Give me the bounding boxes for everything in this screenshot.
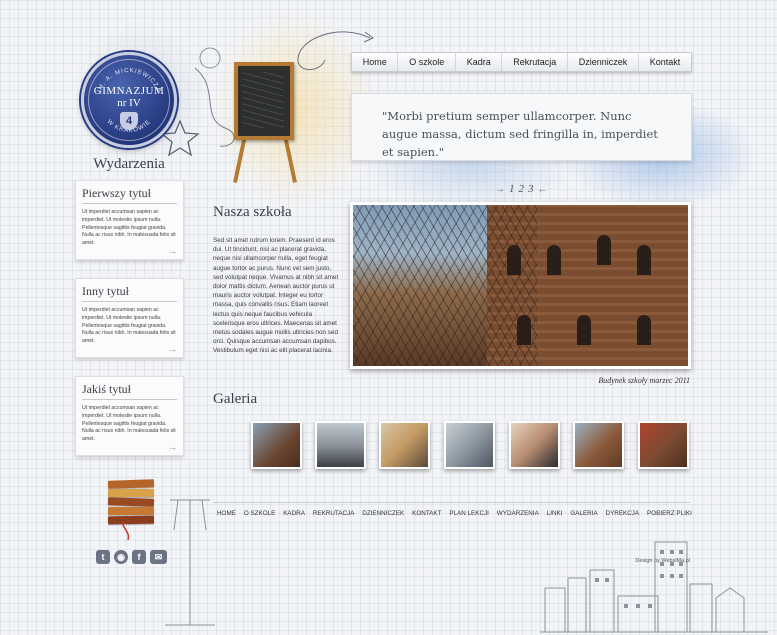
gallery-heading: Galeria	[213, 391, 258, 407]
event-card-title[interactable]: Jakiś tytuł	[82, 382, 131, 397]
footer-link-pobierz-pliki[interactable]: POBIERZ PLIKI	[647, 510, 692, 517]
pager-page-2[interactable]: 2	[519, 183, 525, 195]
arrow-right-icon[interactable]: →	[168, 344, 177, 354]
footer-link-dzienniczek[interactable]: DZIENNICZEK	[362, 510, 404, 517]
logo-number: 4	[120, 112, 138, 130]
facebook-icon[interactable]: f	[132, 550, 146, 564]
gallery-thumb[interactable]	[379, 421, 430, 469]
footer-link-rekrutacja[interactable]: REKRUTACJA	[313, 510, 355, 517]
event-card: Pierwszy tytuł Ut imperdiet accumsan sap…	[75, 180, 184, 260]
divider	[82, 399, 177, 400]
footer-link-kadra[interactable]: KADRA	[283, 510, 305, 517]
photo-caption: Budynek szkoły marzec 2011	[598, 376, 690, 385]
gallery-thumb[interactable]	[251, 421, 302, 469]
arrow-right-icon[interactable]: →	[168, 246, 177, 256]
arrow-left-icon[interactable]: ←	[538, 184, 548, 195]
footer-divider	[213, 502, 690, 503]
chalkboard-writing	[242, 72, 284, 128]
event-card-title[interactable]: Inny tytuł	[82, 284, 129, 299]
rss-icon[interactable]: ◉	[114, 550, 128, 564]
event-card-text: Ut imperdiet accumsan sapien ac imperdie…	[82, 209, 176, 247]
footer-link-galeria[interactable]: GALERIA	[570, 510, 597, 517]
nav-dzienniczek[interactable]: Dzienniczek	[568, 53, 639, 71]
divider	[82, 301, 177, 302]
book-illustration	[107, 479, 155, 489]
nav-home[interactable]: Home	[352, 53, 399, 71]
logo-line-2: nr IV	[117, 97, 141, 109]
quote-box: "Morbi pretium semper ullamcorper. Nunc …	[351, 93, 692, 161]
arrow-right-icon[interactable]: →	[168, 442, 177, 452]
lamp-sketch	[165, 499, 215, 626]
footer-link-plan-lekcji[interactable]: PLAN LEKCJI	[449, 510, 489, 517]
pager-page-3[interactable]: 3	[528, 183, 534, 195]
gallery-thumb[interactable]	[315, 421, 366, 469]
footer-link-dyrekcja[interactable]: DYREKCJA	[606, 510, 640, 517]
footer-nav: HOME O SZKOLE KADRA REKRUTACJA DZIENNICZ…	[217, 510, 692, 517]
event-card: Jakiś tytuł Ut imperdiet accumsan sapien…	[75, 376, 184, 456]
arrow-right-icon[interactable]: →	[495, 184, 505, 195]
photo-trees	[353, 205, 538, 366]
section-text: Sed sit amet rutrum lorem. Praesent id e…	[213, 237, 339, 355]
slider-pager: → 1 2 3 ←	[495, 183, 548, 195]
book-illustration	[108, 489, 154, 497]
event-card-title[interactable]: Pierwszy tytuł	[82, 186, 151, 201]
book-illustration	[108, 507, 154, 515]
footer-link-home[interactable]: HOME	[217, 510, 236, 517]
gallery-thumb[interactable]	[573, 421, 624, 469]
event-card-text: Ut imperdiet accumsan sapien ac imperdie…	[82, 405, 176, 443]
book-illustration	[107, 497, 155, 507]
city-sketch	[540, 541, 768, 633]
sidebar-title: Wydarzenia	[93, 156, 165, 172]
mail-icon[interactable]: ✉	[150, 550, 167, 564]
nav-rekrutacja[interactable]: Rekrutacja	[502, 53, 568, 71]
gallery-thumb[interactable]	[638, 421, 689, 469]
event-card-text: Ut imperdiet accumsan sapien ac imperdie…	[82, 307, 176, 345]
nav-kontakt[interactable]: Kontakt	[639, 53, 691, 71]
nav-o-szkole[interactable]: O szkole	[398, 53, 456, 71]
footer-link-linki[interactable]: LINKI	[547, 510, 563, 517]
gallery-thumb[interactable]	[509, 421, 560, 469]
logo-line-1: GIMNAZJUM	[93, 85, 165, 97]
nav-kadra[interactable]: Kadra	[456, 53, 503, 71]
footer-link-o-szkole[interactable]: O SZKOLE	[244, 510, 276, 517]
event-card: Inny tytuł Ut imperdiet accumsan sapien …	[75, 278, 184, 358]
section-heading: Nasza szkoła	[213, 204, 292, 220]
footer-link-wydarzenia[interactable]: WYDARZENIA	[497, 510, 539, 517]
twitter-icon[interactable]: t	[96, 550, 110, 564]
school-building-photo[interactable]	[350, 202, 691, 369]
main-nav: Home O szkole Kadra Rekrutacja Dziennicz…	[351, 52, 692, 72]
bookmark-ribbon	[121, 522, 130, 541]
divider	[82, 203, 177, 204]
gallery-thumb[interactable]	[444, 421, 495, 469]
pager-page-1[interactable]: 1	[509, 183, 515, 195]
footer-link-kontakt[interactable]: KONTAKT	[412, 510, 441, 517]
